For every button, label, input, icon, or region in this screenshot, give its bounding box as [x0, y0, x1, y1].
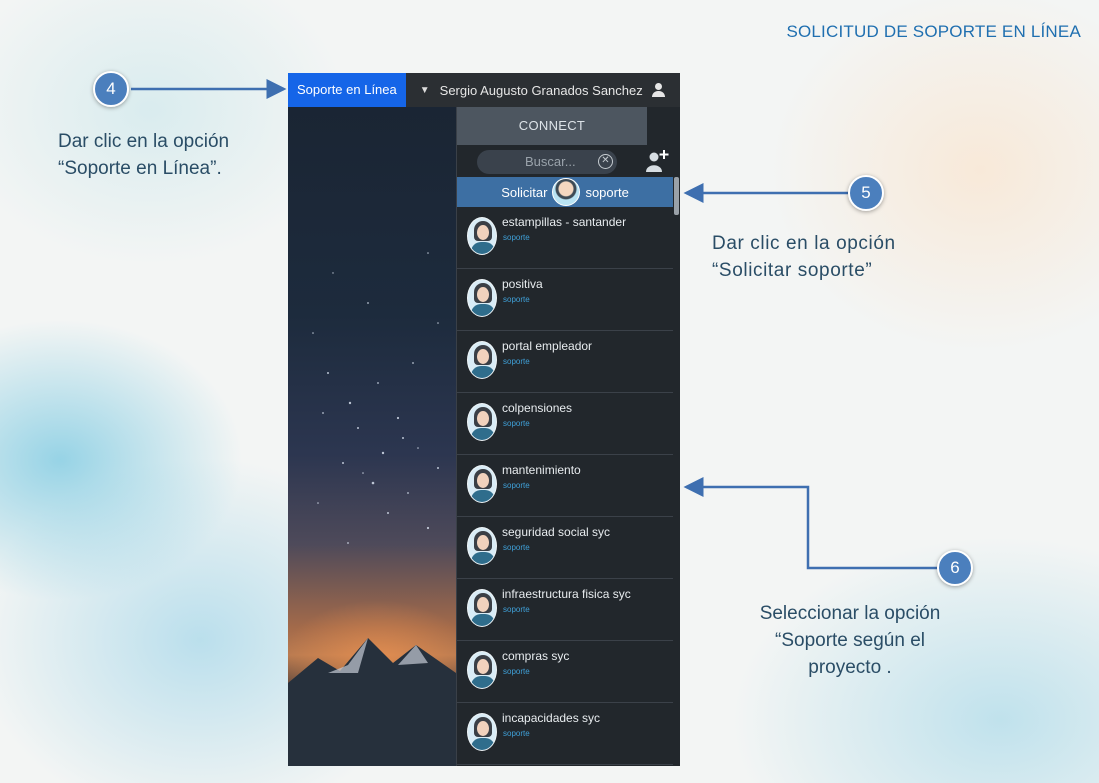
step-5-badge: 5: [848, 175, 884, 211]
search-row: Buscar... ✕: [457, 145, 680, 177]
avatar: [467, 589, 497, 627]
solicitar-soporte-button[interactable]: Solicitar soporte: [457, 177, 673, 207]
contact-status: soporte: [503, 233, 530, 242]
avatar: [552, 178, 581, 206]
soporte-en-linea-button[interactable]: Soporte en Línea: [288, 73, 406, 107]
contact-list: estampillas - santander soporte positiva so…: [457, 207, 680, 765]
step-5-caption: Dar clic en la opción “Solicitar soporte…: [712, 230, 896, 284]
step-6-caption-line: Seleccionar la opción: [759, 603, 941, 624]
connect-panel: CONNECT Buscar... ✕ Solicitar soporte es…: [456, 107, 680, 766]
avatar: [467, 403, 497, 441]
step-4-badge: 4: [93, 71, 129, 107]
app-screenshot: Soporte en Línea ▼ Sergio Augusto Granad…: [288, 73, 680, 766]
connect-header: CONNECT: [457, 107, 647, 145]
contact-name: infraestructura fisica syc: [502, 587, 631, 601]
clear-icon[interactable]: ✕: [598, 154, 613, 169]
step-4-caption: Dar clic en la opción “Soporte en Línea”…: [58, 128, 229, 182]
user-name: Sergio Augusto Granados Sanchez: [439, 82, 643, 98]
step-6-caption-line: proyecto .: [808, 657, 892, 678]
user-menu[interactable]: ▼ Sergio Augusto Granados Sanchez: [406, 83, 665, 98]
step-6-badge: 6: [937, 550, 973, 586]
avatar: [467, 713, 497, 751]
step-5-caption-line: “Solicitar soporte”: [712, 260, 873, 281]
contact-item[interactable]: portal empleador soporte: [457, 331, 673, 393]
step-6-caption-line: “Soporte según el: [775, 630, 925, 651]
contact-status: soporte: [503, 481, 530, 490]
contact-name: seguridad social syc: [502, 525, 611, 539]
contact-status: soporte: [503, 419, 530, 428]
avatar: [467, 341, 497, 379]
contact-name: portal empleador: [502, 339, 593, 353]
contact-item[interactable]: seguridad social syc soporte: [457, 517, 673, 579]
contact-item[interactable]: mantenimiento soporte: [457, 455, 673, 517]
contact-item[interactable]: estampillas - santander soporte: [457, 207, 673, 269]
contact-status: soporte: [503, 605, 530, 614]
contact-item[interactable]: infraestructura fisica syc soporte: [457, 579, 673, 641]
add-contact-icon[interactable]: [645, 148, 671, 174]
contact-item[interactable]: compras syc soporte: [457, 641, 673, 703]
contact-item[interactable]: positiva soporte: [457, 269, 673, 331]
step-6-caption: Seleccionar la opción “Soporte según el …: [720, 600, 980, 681]
avatar: [467, 651, 497, 689]
contact-name: estampillas - santander: [502, 215, 627, 229]
contact-status: soporte: [503, 543, 530, 552]
top-bar: Soporte en Línea ▼ Sergio Augusto Granad…: [288, 73, 680, 107]
contact-name: incapacidades syc: [502, 711, 601, 725]
contact-name: positiva: [502, 277, 543, 291]
contact-name: mantenimiento: [502, 463, 581, 477]
avatar: [467, 465, 497, 503]
solicitar-label: Solicitar: [501, 184, 548, 200]
caret-down-icon: ▼: [419, 84, 430, 96]
search-input[interactable]: Buscar...: [477, 150, 617, 174]
user-icon: [651, 83, 665, 97]
arrow-step-6: [683, 477, 937, 570]
avatar: [467, 527, 497, 565]
contact-name: compras syc: [502, 649, 570, 663]
contact-status: soporte: [503, 729, 530, 738]
contact-item[interactable]: incapacidades syc soporte: [457, 703, 673, 765]
scrollbar[interactable]: [674, 177, 679, 215]
contact-item[interactable]: colpensiones soporte: [457, 393, 673, 455]
contact-name: colpensiones: [502, 401, 573, 415]
contact-status: soporte: [503, 667, 530, 676]
soporte-label: soporte: [585, 184, 629, 200]
avatar: [467, 217, 497, 255]
avatar: [467, 279, 497, 317]
contact-status: soporte: [503, 357, 530, 366]
step-4-caption-line: “Soporte en Línea”.: [58, 158, 222, 179]
contact-status: soporte: [503, 295, 530, 304]
step-4-caption-line: Dar clic en la opción: [58, 131, 230, 152]
step-5-caption-line: Dar clic en la opción: [712, 233, 896, 254]
